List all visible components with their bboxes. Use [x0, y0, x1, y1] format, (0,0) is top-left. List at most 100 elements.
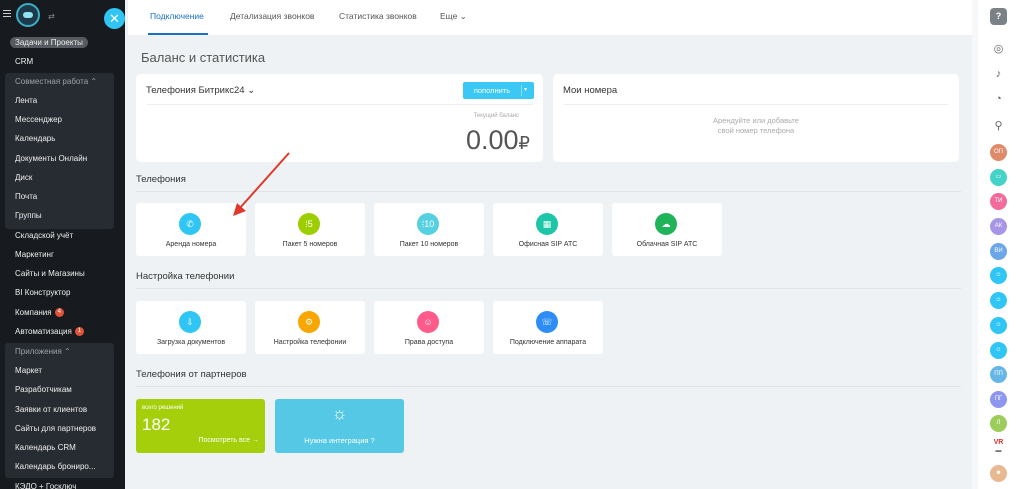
left-sidebar: ⇄ Задачи и Проекты CRM Совместная работа… [0, 0, 125, 489]
annotation-arrow [233, 152, 290, 216]
balance-label: Текущий баланс [473, 113, 519, 119]
my-numbers-hint[interactable]: Арендуйте или добавьте свой номер телефон… [553, 116, 959, 136]
avatar[interactable]: ВИ [990, 243, 1007, 260]
balance-value: 0.00₽ [465, 125, 530, 155]
sidebar-item-inventory[interactable]: Складской учёт [0, 227, 125, 244]
sidebar-item-mail[interactable]: Почта [0, 188, 125, 205]
sidebar-item-market[interactable]: Маркет [0, 362, 125, 379]
chevron-down-icon[interactable]: ▾ [524, 82, 527, 99]
tab-more[interactable]: Еще ⌄ [440, 11, 467, 22]
sidebar-item-tasks[interactable]: Задачи и Проекты [10, 37, 88, 48]
section-telephony-settings: Настройка телефонии [136, 271, 235, 282]
logo[interactable] [16, 3, 40, 27]
disk-icon[interactable]: ◎ [990, 41, 1007, 58]
tile-label: Права доступа [404, 339, 454, 346]
help-button[interactable]: ? [990, 8, 1007, 25]
sidebar-item-sites[interactable]: Сайты и Магазины [0, 265, 125, 282]
sidebar-item-developers[interactable]: Разработчикам [0, 381, 125, 398]
sidebar-item-crm[interactable]: CRM [0, 53, 125, 70]
solutions-card[interactable]: всего решений 182 Посмотреть все → [136, 399, 265, 453]
tile-label: Пакет 10 номеров [399, 241, 459, 248]
page-title: Баланс и статистика [141, 50, 266, 65]
access-rights-icon: ☺ [417, 311, 439, 333]
sidebar-item-messenger[interactable]: Мессенджер [0, 111, 125, 128]
avatar[interactable]: Л [990, 415, 1007, 432]
user-icon[interactable]: ☺ [990, 342, 1007, 359]
sidebar-item-docs[interactable]: Документы Онлайн [0, 150, 125, 167]
tile-package-10[interactable]: ⁞10 Пакет 10 номеров [374, 203, 484, 256]
section-partners: Телефония от партнеров [136, 369, 247, 380]
settings-icon[interactable]: ⇄ [48, 12, 55, 21]
sidebar-item-crm-calendar[interactable]: Календарь CRM [0, 439, 125, 456]
tab-call-stats[interactable]: Статистика звонков [339, 11, 417, 21]
device-connect-icon: ☏ [536, 311, 558, 333]
balance-title[interactable]: Телефония Битрикс24 ⌄ [146, 85, 255, 96]
menu-icon[interactable] [3, 10, 11, 17]
topup-button[interactable]: пополнить ▾ [463, 82, 534, 99]
phone-number-icon: ✆ [179, 213, 201, 235]
sidebar-item-feed[interactable]: Лента [0, 92, 125, 109]
tile-label: Настройка телефонии [273, 339, 347, 346]
avatar[interactable]: АК [990, 218, 1007, 235]
avatar[interactable]: ТИ [990, 193, 1007, 210]
user-icon[interactable]: ☺ [990, 317, 1007, 334]
sidebar-item-calendar[interactable]: Календарь [0, 130, 125, 147]
package-10-icon: ⁞10 [417, 213, 439, 235]
sidebar-item-groups[interactable]: Группы [0, 207, 125, 224]
sidebar-item-bi[interactable]: BI Конструктор [0, 284, 125, 301]
my-numbers-card: Мои номера Арендуйте или добавьте свой но… [553, 74, 959, 162]
section-divider [136, 288, 961, 289]
vr-logo-icon[interactable]: VR ▬ [990, 439, 1007, 456]
tab-call-details[interactable]: Детализация звонков [230, 11, 314, 21]
avatar-photo[interactable]: ☻ [990, 465, 1007, 482]
active-tab-indicator [148, 33, 208, 35]
search-icon[interactable]: ⚲ [990, 118, 1007, 135]
view-all-link[interactable]: Посмотреть все → [198, 437, 259, 444]
close-button[interactable]: ✕ [104, 8, 125, 29]
bell-icon[interactable]: ♪ [990, 66, 1007, 83]
sidebar-item-booking[interactable]: Календарь брониро... [0, 458, 125, 475]
solutions-label: всего решений [142, 405, 184, 411]
office-sip-icon: ▦ [536, 213, 558, 235]
my-numbers-title: Мои номера [563, 85, 618, 96]
cloud-sip-icon: ☁ [655, 213, 677, 235]
tile-cloud-sip[interactable]: ☁ Облачная SIP АТС [612, 203, 722, 256]
upload-documents-icon: ⇩ [179, 311, 201, 333]
topup-label: пополнить [473, 86, 511, 95]
chat-icon[interactable]: ▭ [990, 169, 1007, 186]
tile-device-connect[interactable]: ☏ Подключение аппарата [493, 301, 603, 354]
notification-badge: 1 [74, 327, 85, 337]
sidebar-item-partner-sites[interactable]: Сайты для партнеров [0, 420, 125, 437]
section-telephony: Телефония [136, 174, 186, 185]
tile-label: Подключение аппарата [509, 339, 587, 346]
tile-upload-documents[interactable]: ⇩ Загрузка документов [136, 301, 246, 354]
sidebar-group-collab[interactable]: Совместная работа ⌃ [0, 73, 125, 90]
timeman-icon[interactable]: ◔ [990, 91, 1007, 108]
lightbulb-icon: ☼ [331, 404, 348, 423]
tile-telephony-settings[interactable]: ⚙ Настройка телефонии [255, 301, 365, 354]
sidebar-item-automation[interactable]: Автоматизация 1 [0, 323, 125, 340]
sidebar-item-kedo[interactable]: КЭДО + Госключ [0, 478, 125, 489]
avatar[interactable]: ОП [990, 144, 1007, 161]
avatar[interactable]: ПГ [990, 391, 1007, 408]
tab-connection[interactable]: Подключение [150, 11, 204, 21]
sidebar-item-marketing[interactable]: Маркетинг [0, 246, 125, 263]
tile-label: Облачная SIP АТС [636, 241, 698, 248]
tile-label: Офисная SIP АТС [518, 241, 578, 248]
integration-label: Нужна интеграция ? [304, 436, 375, 445]
sidebar-item-company[interactable]: Компания 4 [0, 304, 125, 321]
tile-office-sip[interactable]: ▦ Офисная SIP АТС [493, 203, 603, 256]
user-icon[interactable]: ☺ [990, 292, 1007, 309]
notification-badge: 4 [54, 308, 64, 318]
sidebar-item-label: Компания [15, 308, 52, 317]
tile-access-rights[interactable]: ☺ Права доступа [374, 301, 484, 354]
sidebar-item-disk[interactable]: Диск [0, 169, 125, 186]
tile-label: Пакет 5 номеров [282, 241, 338, 248]
integration-card[interactable]: ☼ Нужна интеграция ? [275, 399, 404, 453]
user-icon[interactable]: ☺ [990, 267, 1007, 284]
tab-bar: Подключение Детализация звонков Статисти… [128, 0, 975, 35]
avatar[interactable]: ПП [990, 366, 1007, 383]
sidebar-group-apps[interactable]: Приложения ⌃ [0, 343, 125, 360]
sidebar-item-requests[interactable]: Заявки от клиентов [0, 401, 125, 418]
balance-card: Телефония Битрикс24 ⌄ пополнить ▾ Текущи… [136, 74, 543, 162]
